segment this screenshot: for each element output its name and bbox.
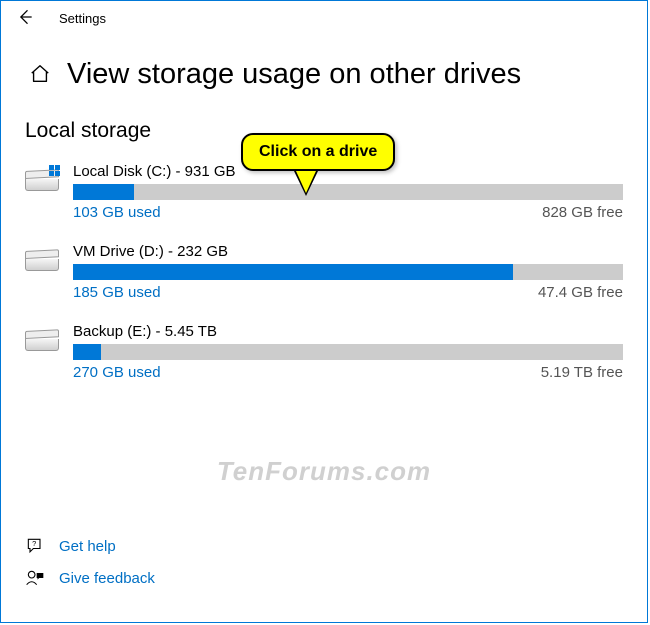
storage-bar: [73, 184, 623, 200]
free-label: 47.4 GB free: [538, 284, 623, 301]
watermark: TenForums.com: [217, 456, 431, 487]
used-label: 103 GB used: [73, 204, 161, 221]
app-name: Settings: [59, 11, 106, 26]
drive-meta: 103 GB used 828 GB free: [73, 204, 623, 221]
footer-links: ? Get help Give feedback: [25, 536, 155, 600]
get-help-label: Get help: [59, 538, 116, 555]
used-label: 185 GB used: [73, 284, 161, 301]
drive-meta: 185 GB used 47.4 GB free: [73, 284, 623, 301]
give-feedback-label: Give feedback: [59, 570, 155, 587]
arrow-left-icon: [15, 7, 35, 27]
drive-meta: 270 GB used 5.19 TB free: [73, 364, 623, 381]
storage-bar: [73, 344, 623, 360]
back-button[interactable]: [15, 7, 35, 30]
page-title: View storage usage on other drives: [67, 58, 521, 91]
page-header: View storage usage on other drives: [1, 36, 647, 101]
help-icon: ?: [25, 536, 45, 556]
drive-icon: [25, 243, 73, 301]
svg-text:?: ?: [32, 539, 36, 548]
titlebar: Settings: [1, 1, 647, 36]
drive-icon: [25, 323, 73, 381]
drive-body: Local Disk (C:) - 931 GB103 GB used828 G…: [73, 163, 623, 221]
drive-label: Backup (E:) - 5.45 TB: [73, 323, 623, 344]
drive-body: Backup (E:) - 5.45 TB 270 GB used 5.19 TB …: [73, 323, 623, 381]
storage-bar: [73, 264, 623, 280]
settings-window: Settings View storage usage on other dri…: [0, 0, 648, 623]
get-help-link[interactable]: ? Get help: [25, 536, 155, 556]
drive-item[interactable]: VM Drive (D:) - 232 GB 185 GB used 47.4 GB…: [25, 235, 623, 315]
drive-body: VM Drive (D:) - 232 GB 185 GB used 47.4 GB…: [73, 243, 623, 301]
give-feedback-link[interactable]: Give feedback: [25, 568, 155, 588]
used-label: 270 GB used: [73, 364, 161, 381]
callout-tail: [296, 171, 316, 193]
drive-label: VM Drive (D:) - 232 GB: [73, 243, 623, 264]
free-label: 828 GB free: [542, 204, 623, 221]
home-button[interactable]: [29, 63, 51, 90]
feedback-icon: [25, 568, 45, 588]
drive-item[interactable]: Backup (E:) - 5.45 TB 270 GB used 5.19 TB …: [25, 315, 623, 395]
instruction-callout: Click on a drive: [241, 133, 395, 171]
free-label: 5.19 TB free: [541, 364, 623, 381]
drive-list: Local Disk (C:) - 931 GB103 GB used828 G…: [1, 155, 647, 395]
drive-icon: [25, 163, 73, 221]
home-icon: [29, 63, 51, 85]
